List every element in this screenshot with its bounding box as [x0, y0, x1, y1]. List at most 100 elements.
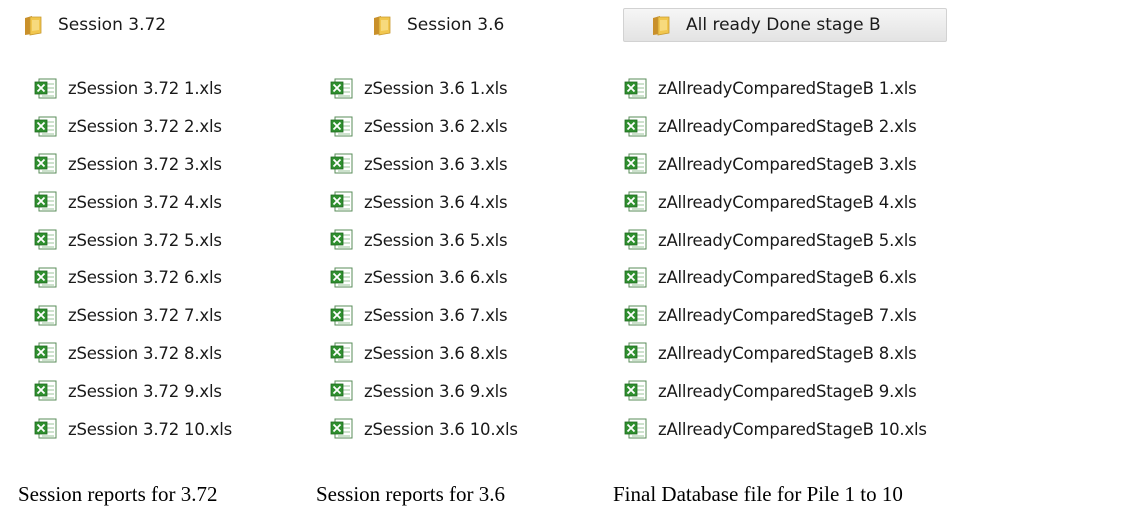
- file-name: zSession 3.72 1.xls: [68, 79, 222, 99]
- folder-session-3-6[interactable]: Session 3.6: [363, 9, 563, 41]
- file-name: zAllreadyComparedStageB 4.xls: [658, 192, 917, 212]
- folder-session-3-72[interactable]: Session 3.72: [14, 9, 214, 41]
- file-item[interactable]: zSession 3.72 2.xls: [34, 108, 232, 146]
- file-item[interactable]: zAllreadyComparedStageB 8.xls: [624, 335, 927, 373]
- file-item[interactable]: zAllreadyComparedStageB 4.xls: [624, 183, 927, 221]
- file-item[interactable]: zAllreadyComparedStageB 6.xls: [624, 259, 927, 297]
- file-name: zSession 3.72 9.xls: [68, 381, 222, 401]
- file-item[interactable]: zSession 3.6 9.xls: [330, 372, 518, 410]
- file-name: zSession 3.72 8.xls: [68, 343, 222, 363]
- file-item[interactable]: zAllreadyComparedStageB 2.xls: [624, 108, 927, 146]
- excel-file-icon: [624, 305, 648, 327]
- excel-file-icon: [330, 78, 354, 100]
- file-name: zAllreadyComparedStageB 7.xls: [658, 306, 917, 326]
- file-list-session-3-6: zSession 3.6 1.xls zSession 3.6 2.xls zSes…: [330, 70, 518, 448]
- excel-file-icon: [330, 191, 354, 213]
- excel-file-icon: [34, 305, 58, 327]
- file-name: zSession 3.6 9.xls: [364, 381, 508, 401]
- folder-icon: [373, 14, 393, 36]
- excel-file-icon: [34, 116, 58, 138]
- file-name: zAllreadyComparedStageB 5.xls: [658, 230, 917, 250]
- file-name: zSession 3.6 4.xls: [364, 192, 508, 212]
- excel-file-icon: [34, 229, 58, 251]
- file-name: zAllreadyComparedStageB 9.xls: [658, 381, 917, 401]
- file-item[interactable]: zAllreadyComparedStageB 1.xls: [624, 70, 927, 108]
- file-item[interactable]: zAllreadyComparedStageB 7.xls: [624, 297, 927, 335]
- file-name: zSession 3.72 2.xls: [68, 117, 222, 137]
- file-item[interactable]: zAllreadyComparedStageB 9.xls: [624, 372, 927, 410]
- file-item[interactable]: zSession 3.6 1.xls: [330, 70, 518, 108]
- file-list-stage-b: zAllreadyComparedStageB 1.xls zAllreadyCo…: [624, 70, 927, 448]
- file-name: zSession 3.6 1.xls: [364, 79, 508, 99]
- file-item[interactable]: zAllreadyComparedStageB 5.xls: [624, 221, 927, 259]
- file-name: zAllreadyComparedStageB 3.xls: [658, 154, 917, 174]
- file-name: zSession 3.6 10.xls: [364, 419, 518, 439]
- file-item[interactable]: zAllreadyComparedStageB 3.xls: [624, 146, 927, 184]
- file-item[interactable]: zSession 3.6 5.xls: [330, 221, 518, 259]
- file-name: zSession 3.72 7.xls: [68, 306, 222, 326]
- excel-file-icon: [34, 78, 58, 100]
- file-item[interactable]: zSession 3.72 3.xls: [34, 146, 232, 184]
- file-item[interactable]: zSession 3.6 3.xls: [330, 146, 518, 184]
- file-name: zSession 3.6 7.xls: [364, 306, 508, 326]
- caption-session-3-72: Session reports for 3.72: [18, 482, 218, 506]
- file-item[interactable]: zSession 3.72 7.xls: [34, 297, 232, 335]
- file-item[interactable]: zSession 3.72 9.xls: [34, 372, 232, 410]
- excel-file-icon: [34, 380, 58, 402]
- excel-file-icon: [624, 380, 648, 402]
- excel-file-icon: [34, 267, 58, 289]
- excel-file-icon: [624, 153, 648, 175]
- excel-file-icon: [330, 153, 354, 175]
- file-item[interactable]: zSession 3.72 1.xls: [34, 70, 232, 108]
- excel-file-icon: [34, 191, 58, 213]
- file-name: zSession 3.6 3.xls: [364, 154, 508, 174]
- excel-file-icon: [330, 380, 354, 402]
- folder-all-ready-done-stage-b[interactable]: All ready Done stage B: [623, 8, 947, 42]
- excel-file-icon: [330, 305, 354, 327]
- file-name: zSession 3.6 2.xls: [364, 117, 508, 137]
- excel-file-icon: [624, 191, 648, 213]
- file-name: zSession 3.6 5.xls: [364, 230, 508, 250]
- file-name: zAllreadyComparedStageB 8.xls: [658, 343, 917, 363]
- excel-file-icon: [624, 116, 648, 138]
- file-name: zSession 3.6 8.xls: [364, 343, 508, 363]
- file-name: zAllreadyComparedStageB 1.xls: [658, 79, 917, 99]
- excel-file-icon: [624, 267, 648, 289]
- excel-file-icon: [34, 153, 58, 175]
- excel-file-icon: [330, 267, 354, 289]
- file-item[interactable]: zSession 3.72 10.xls: [34, 410, 232, 448]
- file-item[interactable]: zSession 3.72 5.xls: [34, 221, 232, 259]
- excel-file-icon: [330, 116, 354, 138]
- file-name: zSession 3.72 4.xls: [68, 192, 222, 212]
- caption-session-3-6: Session reports for 3.6: [316, 482, 505, 506]
- file-name: zAllreadyComparedStageB 10.xls: [658, 419, 927, 439]
- file-name: zSession 3.72 5.xls: [68, 230, 222, 250]
- file-item[interactable]: zSession 3.72 4.xls: [34, 183, 232, 221]
- excel-file-icon: [624, 229, 648, 251]
- file-item[interactable]: zSession 3.6 10.xls: [330, 410, 518, 448]
- file-item[interactable]: zSession 3.72 8.xls: [34, 335, 232, 373]
- excel-file-icon: [330, 342, 354, 364]
- file-item[interactable]: zSession 3.6 2.xls: [330, 108, 518, 146]
- file-item[interactable]: zAllreadyComparedStageB 10.xls: [624, 410, 927, 448]
- excel-file-icon: [34, 342, 58, 364]
- folder-icon: [652, 14, 672, 36]
- file-name: zSession 3.6 6.xls: [364, 268, 508, 288]
- file-item[interactable]: zSession 3.6 4.xls: [330, 183, 518, 221]
- folder-label: Session 3.72: [58, 15, 167, 35]
- excel-file-icon: [624, 342, 648, 364]
- file-item[interactable]: zSession 3.6 7.xls: [330, 297, 518, 335]
- excel-file-icon: [330, 418, 354, 440]
- file-item[interactable]: zSession 3.72 6.xls: [34, 259, 232, 297]
- file-name: zAllreadyComparedStageB 2.xls: [658, 117, 917, 137]
- file-name: zSession 3.72 3.xls: [68, 154, 222, 174]
- file-name: zSession 3.72 10.xls: [68, 419, 233, 439]
- caption-final-database: Final Database file for Pile 1 to 10: [613, 482, 903, 506]
- captions-row: Session reports for 3.72 Session reports…: [18, 482, 1125, 515]
- file-item[interactable]: zSession 3.6 6.xls: [330, 259, 518, 297]
- folder-label: Session 3.6: [407, 15, 505, 35]
- file-list-session-3-72: zSession 3.72 1.xls zSession 3.72 2.xls zS…: [34, 70, 232, 448]
- excel-file-icon: [624, 418, 648, 440]
- file-name: zSession 3.72 6.xls: [68, 268, 222, 288]
- file-item[interactable]: zSession 3.6 8.xls: [330, 335, 518, 373]
